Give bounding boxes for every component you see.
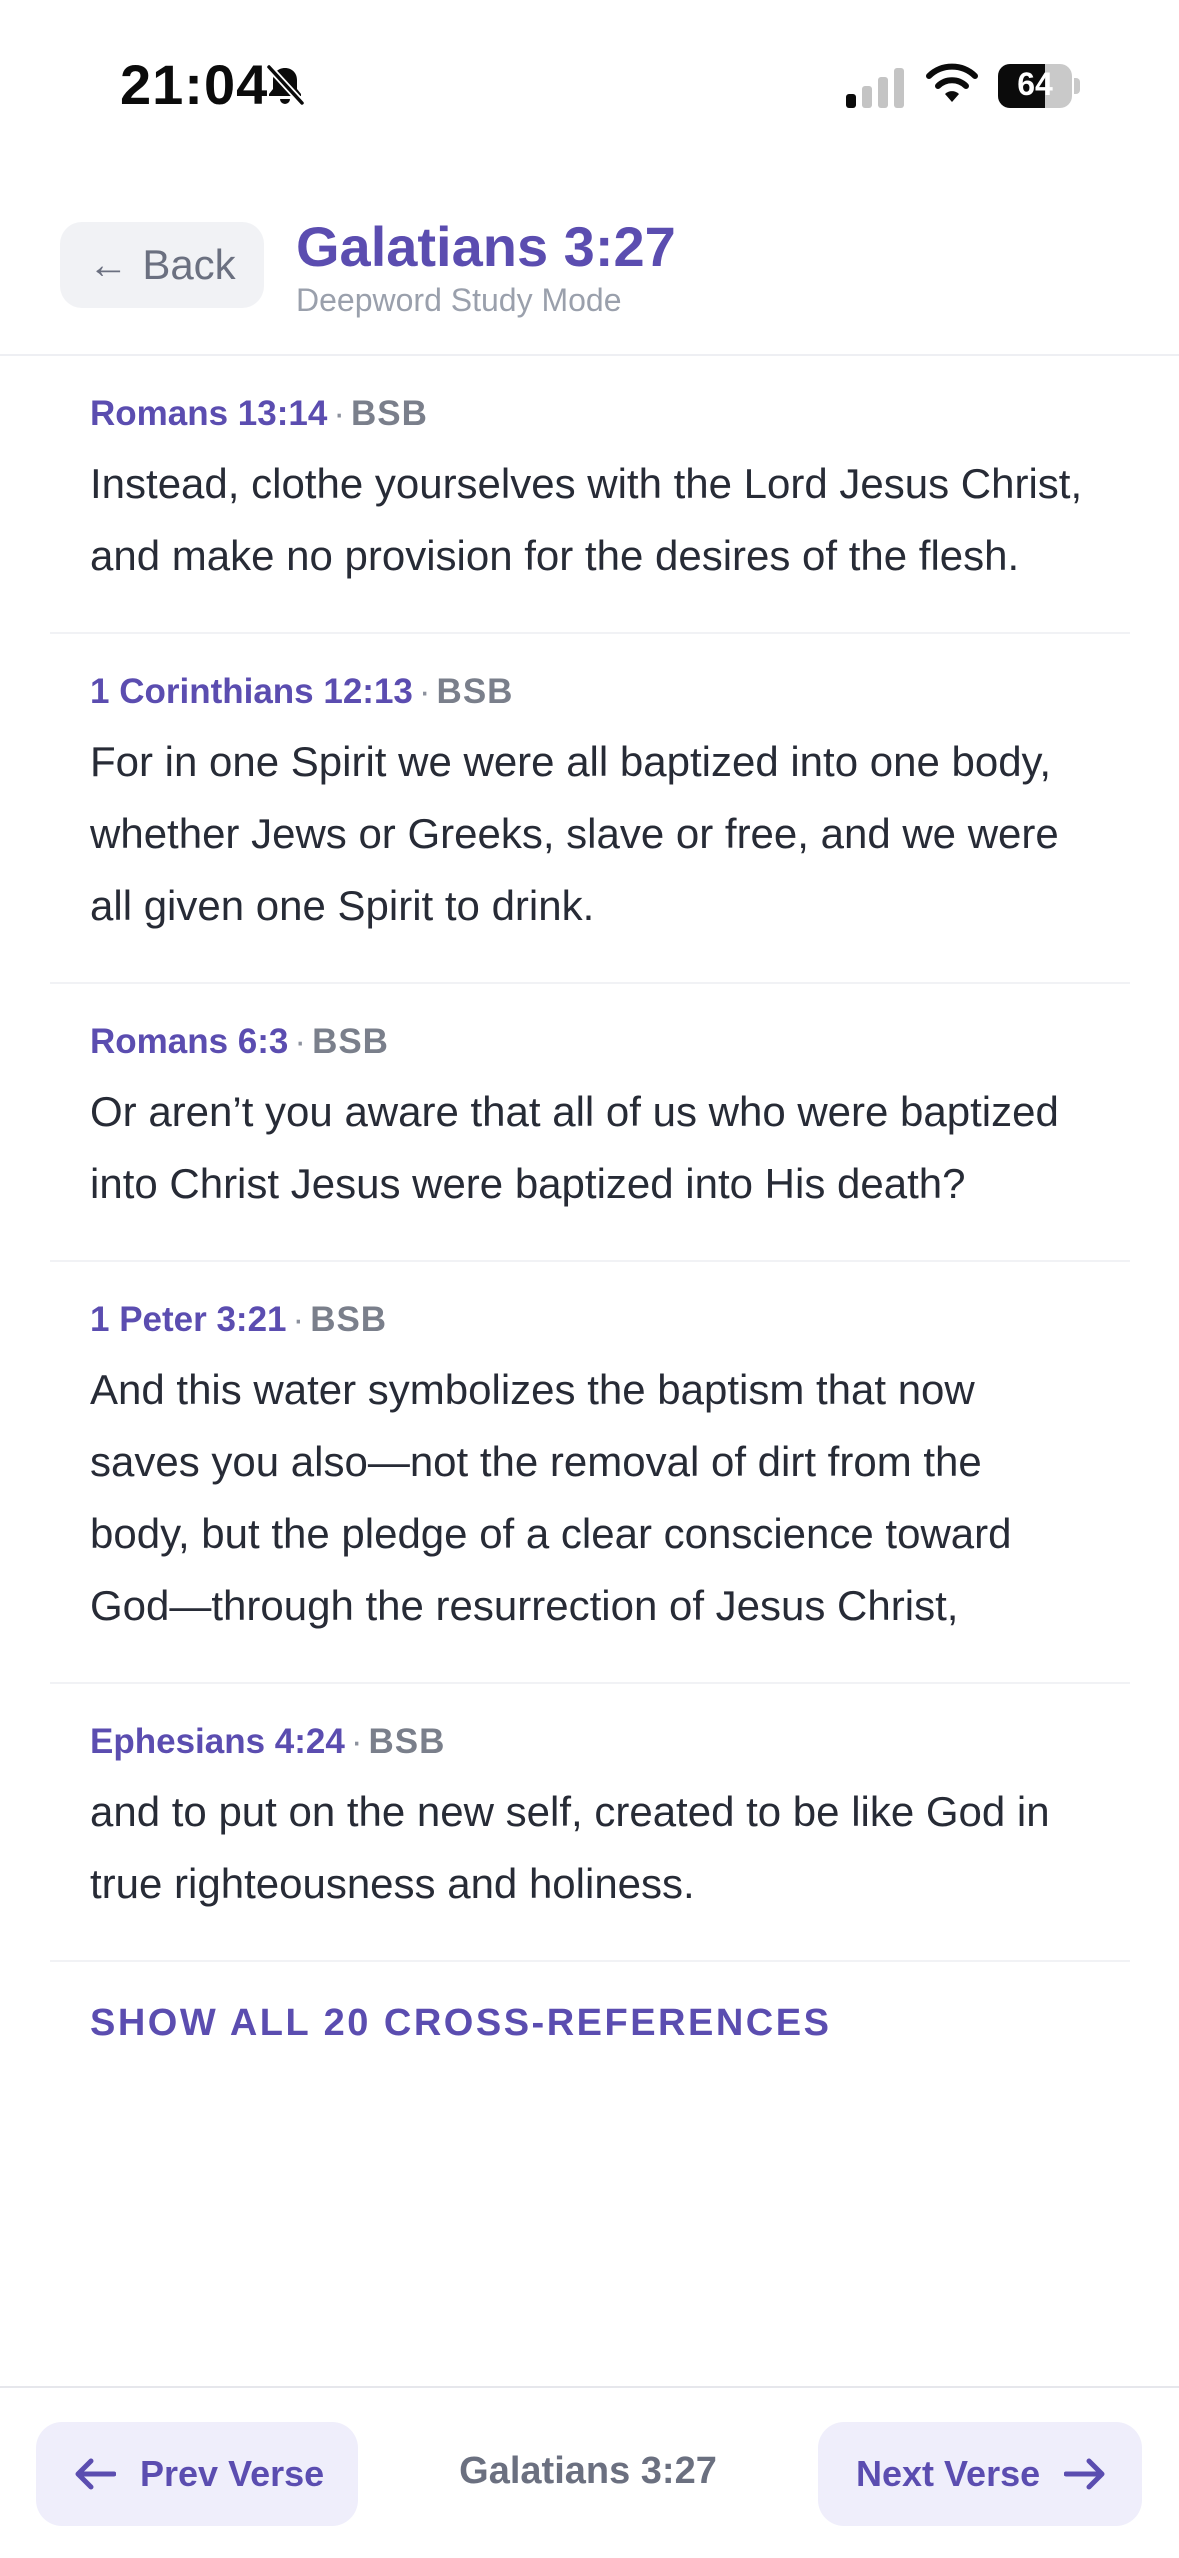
reference-link[interactable]: Ephesians 4:24 xyxy=(90,1722,345,1761)
arrow-right-icon xyxy=(1064,2458,1105,2490)
header: ← Back Galatians 3:27 Deepword Study Mod… xyxy=(0,200,1179,356)
current-verse-label: Galatians 3:27 xyxy=(459,2450,717,2492)
page-title: Galatians 3:27 xyxy=(296,215,676,278)
verse-text: Or aren’t you aware that all of us who w… xyxy=(90,1088,1059,1207)
page-subtitle: Deepword Study Mode xyxy=(296,282,622,318)
arrow-left-icon: ← xyxy=(88,243,129,287)
reference-link[interactable]: Romans 13:14 xyxy=(90,394,327,433)
cross-reference-item[interactable]: Romans 6:3 · BSB Or aren’t you aware that … xyxy=(50,984,1130,1262)
battery-icon: 64 xyxy=(998,64,1080,108)
bottom-navigation-bar: Prev Verse Galatians 3:27 Next Verse xyxy=(0,2386,1179,2558)
show-all-cross-references-button[interactable]: SHOW ALL 20 CROSS-REFERENCES xyxy=(90,2002,831,2045)
next-verse-button[interactable]: Next Verse xyxy=(818,2422,1142,2526)
cross-reference-item[interactable]: 1 Corinthians 12:13 · BSB For in one Spiri… xyxy=(50,634,1130,984)
translation-label: BSB xyxy=(368,1722,446,1761)
reference-link[interactable]: 1 Corinthians 12:13 xyxy=(90,672,413,711)
cross-references-list: Romans 13:14 · BSB Instead, clothe yoursel… xyxy=(50,356,1130,2045)
next-verse-label: Next Verse xyxy=(856,2453,1041,2494)
verse-text: For in one Spirit we were all baptized i… xyxy=(90,738,1059,929)
cross-reference-item[interactable]: 1 Peter 3:21 · BSB And this water symboliz… xyxy=(50,1262,1130,1684)
prev-verse-label: Prev Verse xyxy=(140,2453,325,2494)
wifi-icon xyxy=(926,63,978,102)
battery-level: 64 xyxy=(1017,66,1053,102)
status-bar: 21:04 64 xyxy=(0,0,1179,160)
prev-verse-button[interactable]: Prev Verse xyxy=(36,2422,358,2526)
verse-text: Instead, clothe yourselves with the Lord… xyxy=(90,460,1083,579)
reference-link[interactable]: Romans 6:3 xyxy=(90,1022,288,1061)
verse-text: and to put on the new self, created to b… xyxy=(90,1788,1050,1907)
verse-text: And this water symbolizes the baptism th… xyxy=(90,1366,1012,1629)
cross-reference-item[interactable]: Romans 13:14 · BSB Instead, clothe yoursel… xyxy=(50,356,1130,634)
cross-reference-item[interactable]: Ephesians 4:24 · BSB and to put on the new… xyxy=(50,1684,1130,1962)
bell-slash-icon xyxy=(265,63,306,107)
status-time: 21:04 xyxy=(120,53,269,116)
reference-link[interactable]: 1 Peter 3:21 xyxy=(90,1300,287,1339)
back-label: Back xyxy=(142,241,236,288)
translation-label: BSB xyxy=(312,1022,389,1061)
back-button[interactable]: ← Back xyxy=(60,222,264,308)
translation-label: BSB xyxy=(310,1300,388,1339)
cellular-signal-icon xyxy=(846,68,904,108)
translation-label: BSB xyxy=(350,394,428,433)
arrow-left-icon xyxy=(75,2458,116,2490)
translation-label: BSB xyxy=(436,672,514,711)
